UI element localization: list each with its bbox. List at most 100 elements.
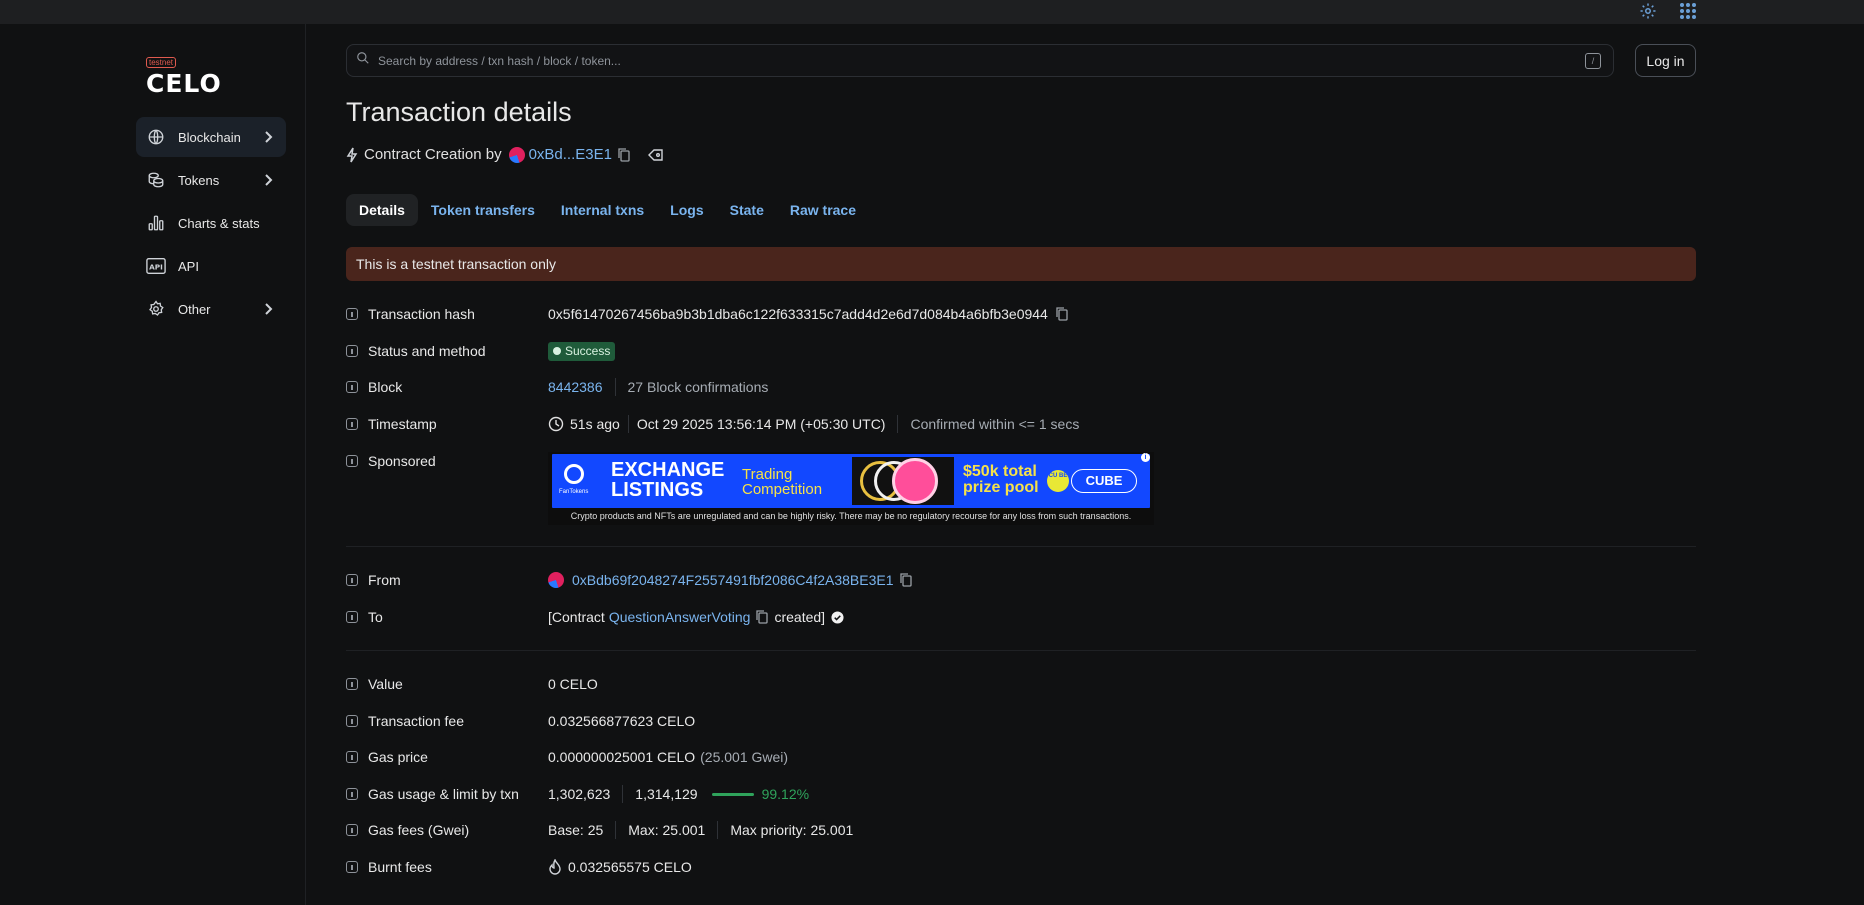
value-amount: 0 CELO [548, 676, 598, 692]
logo[interactable]: testnet CELO [146, 52, 222, 97]
gear-icon[interactable] [1639, 2, 1659, 22]
sponsored-banner[interactable]: FanTokens EXCHANGE LISTINGS Trading Comp… [548, 452, 1154, 525]
logo-wordmark: CELO [146, 69, 222, 98]
login-button[interactable]: Log in [1635, 44, 1696, 77]
info-icon[interactable] [346, 715, 358, 727]
row-label: Transaction fee [368, 713, 464, 729]
status-row: Status and method Success [346, 340, 616, 362]
subtitle-prefix: Contract Creation by [364, 146, 502, 163]
info-icon[interactable] [346, 611, 358, 623]
from-address-link[interactable]: 0xBdb69f2048274F2557491fbf2086C4f2A38BE3… [572, 572, 894, 588]
copy-icon[interactable] [1056, 307, 1070, 321]
gear-icon [146, 299, 166, 319]
tx-hash-value: 0x5f61470267456ba9b3b1dba6c122f633315c7a… [548, 306, 1048, 322]
gas-max: Max: 25.001 [628, 822, 706, 838]
ad-creative[interactable]: FanTokens EXCHANGE LISTINGS Trading Comp… [552, 454, 1150, 508]
search-input[interactable] [378, 53, 1528, 68]
to-prefix: [Contract [548, 609, 605, 625]
row-label: Burnt fees [368, 859, 432, 875]
tx-subtitle: Contract Creation by 0xBd...E3E1 [346, 146, 664, 163]
info-icon[interactable] [346, 751, 358, 763]
separator [614, 378, 616, 396]
timestamp-row: Timestamp 51s ago Oct 29 2025 13:56:14 P… [346, 413, 1079, 435]
chevron-right-icon [260, 301, 276, 317]
burnt-fees-row: Burnt fees 0.032565575 CELO [346, 856, 692, 878]
info-icon[interactable] [346, 455, 358, 467]
ad-sub-1: Trading [742, 466, 793, 483]
row-label: Status and method [368, 343, 486, 359]
confirmed-within: Confirmed within <= 1 secs [910, 416, 1080, 432]
sponsored-row: Sponsored [346, 450, 548, 472]
to-suffix: created] [774, 609, 826, 625]
coins-icon [146, 170, 166, 190]
separator [615, 821, 617, 839]
clock-icon [548, 416, 564, 432]
fantokens-logo-icon [564, 464, 584, 484]
gas-price-row: Gas price 0.000000025001 CELO (25.001 Gw… [346, 746, 788, 768]
row-label: From [368, 572, 401, 588]
copy-icon[interactable] [899, 573, 914, 587]
status-badge: Success [548, 341, 616, 361]
info-icon[interactable] [346, 418, 358, 430]
tab-internal-txns[interactable]: Internal txns [548, 194, 657, 226]
tab-state[interactable]: State [717, 194, 777, 226]
verified-check-icon [831, 610, 844, 624]
timestamp-ago: 51s ago [570, 416, 620, 432]
sidebar-item-blockchain[interactable]: Blockchain [136, 117, 286, 157]
info-icon[interactable] [346, 574, 358, 586]
testnet-alert: This is a testnet transaction only [346, 247, 1696, 281]
status-text: Success [565, 344, 611, 358]
check-circle-icon [553, 347, 561, 355]
fee-row: Transaction fee 0.032566877623 CELO [346, 710, 695, 732]
tab-details[interactable]: Details [346, 194, 418, 226]
gas-usage-row: Gas usage & limit by txn 1,302,623 1,314… [346, 783, 809, 805]
info-icon[interactable] [346, 861, 358, 873]
search-shortcut-hint: / [1585, 53, 1601, 69]
info-icon[interactable] [346, 788, 358, 800]
sidebar-item-api[interactable]: API API [136, 246, 286, 286]
info-icon[interactable] [346, 308, 358, 320]
burnt-fees-value: 0.032565575 CELO [568, 859, 692, 875]
block-number-link[interactable]: 8442386 [548, 379, 603, 395]
ad-cube-button[interactable]: CUBE [1071, 469, 1137, 493]
row-label: Timestamp [368, 416, 437, 432]
gas-used: 1,302,623 [548, 786, 611, 802]
info-icon[interactable] [346, 381, 358, 393]
sidebar-item-tokens[interactable]: Tokens [136, 160, 286, 200]
separator [627, 415, 629, 433]
api-icon: API [146, 256, 166, 276]
separator [897, 415, 899, 433]
row-label: Block [368, 379, 403, 395]
chevron-right-icon [260, 129, 276, 145]
tab-raw-trace[interactable]: Raw trace [777, 194, 869, 226]
row-label: Transaction hash [368, 306, 475, 322]
ad-info-icon[interactable]: i [1141, 453, 1150, 462]
gas-base: Base: 25 [548, 822, 604, 838]
flame-icon [548, 859, 562, 875]
copy-icon[interactable] [756, 610, 770, 624]
chart-icon [146, 213, 166, 233]
grid-icon[interactable] [1679, 2, 1699, 22]
ad-sub-2: Competition [742, 481, 823, 498]
to-row: To [Contract QuestionAnswerVoting create… [346, 606, 844, 628]
sidebar-item-charts[interactable]: Charts & stats [136, 203, 286, 243]
info-icon[interactable] [346, 678, 358, 690]
globe-icon [146, 127, 166, 147]
from-row: From 0xBdb69f2048274F2557491fbf2086C4f2A… [346, 569, 912, 591]
page-title: Transaction details [346, 97, 572, 127]
tab-logs[interactable]: Logs [657, 194, 716, 226]
info-icon[interactable] [346, 824, 358, 836]
tag-icon[interactable] [647, 148, 664, 162]
chevron-right-icon [260, 172, 276, 188]
sidebar-item-label: Tokens [178, 172, 220, 188]
row-label: Sponsored [368, 453, 436, 469]
info-icon[interactable] [346, 345, 358, 357]
contract-link[interactable]: QuestionAnswerVoting [609, 609, 751, 625]
address-avatar [508, 146, 525, 163]
tab-bar: Details Token transfers Internal txns Lo… [346, 194, 869, 226]
copy-icon[interactable] [618, 147, 632, 162]
creator-address-link[interactable]: 0xBd...E3E1 [529, 146, 612, 163]
ad-headline-1: EXCHANGE [611, 459, 725, 481]
tab-token-transfers[interactable]: Token transfers [418, 194, 548, 226]
sidebar-item-other[interactable]: Other [136, 289, 286, 329]
